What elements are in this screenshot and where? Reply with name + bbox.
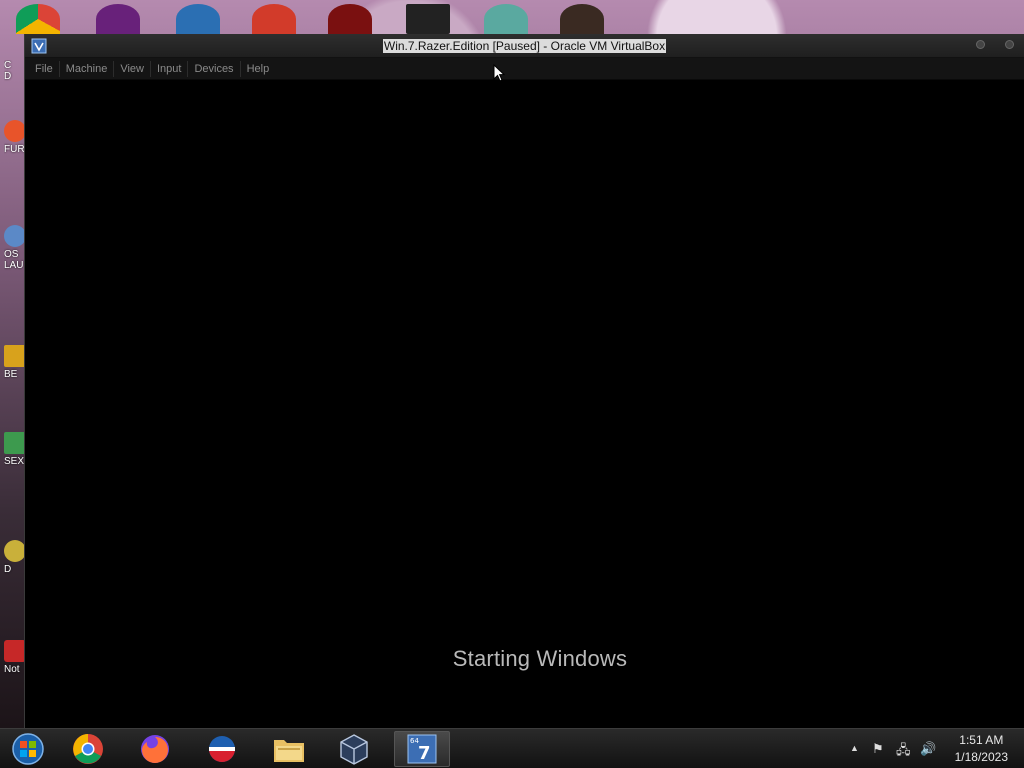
vm-arch-badge: 64 [410, 737, 419, 745]
start-button[interactable] [0, 731, 56, 767]
desktop-icon-label: C D [4, 60, 12, 82]
menu-devices[interactable]: Devices [188, 60, 241, 77]
desktop-icon-label: D [4, 564, 12, 575]
boot-message: Starting Windows [452, 646, 628, 671]
firefox-icon [141, 735, 169, 763]
desktop-icon-label: BE [4, 369, 18, 380]
desktop-icon-label: SEX [4, 456, 25, 467]
app-icon[interactable] [406, 4, 450, 34]
app-icon [4, 540, 26, 562]
app-icon [4, 640, 26, 662]
win7-vm-icon: 7 64 [407, 734, 437, 764]
chrome-icon [73, 734, 103, 764]
menu-file[interactable]: File [29, 60, 60, 77]
desktop-icon-label: OS LAU [4, 249, 24, 271]
globe-icon [209, 736, 235, 762]
clock-date: 1/18/2023 [954, 750, 1008, 764]
taskbar-firefox-button[interactable] [127, 731, 183, 767]
window-title: Win.7.Razer.Edition [Paused] - Oracle VM… [382, 38, 667, 53]
title-bar[interactable]: Win.7.Razer.Edition [Paused] - Oracle VM… [25, 34, 1024, 58]
taskbar: 7 64 ▲ ⚑ 🖧 🔊 1:51 AM 1/18/2023 [0, 728, 1024, 768]
taskbar-vm-window-button[interactable]: 7 64 [394, 731, 450, 767]
taskbar-virtualbox-button[interactable] [326, 731, 382, 767]
app-icon [4, 120, 26, 142]
app-icon[interactable] [252, 4, 296, 34]
desktop-icon-label: Not [4, 664, 20, 675]
menu-view[interactable]: View [114, 60, 151, 77]
show-hidden-icons-icon[interactable]: ▲ [850, 743, 859, 753]
system-tray: ▲ ⚑ 🖧 🔊 1:51 AM 1/18/2023 [834, 729, 1024, 768]
taskbar-explorer-button[interactable] [261, 731, 317, 767]
minimize-button[interactable] [976, 40, 985, 49]
svg-text:7: 7 [418, 743, 431, 764]
app-icon[interactable] [176, 4, 220, 34]
virtualbox-icon [340, 734, 368, 765]
vm-display[interactable]: Starting Windows [25, 80, 1024, 728]
window-controls [976, 40, 1014, 49]
desktop-icon-label: FUR [4, 144, 25, 155]
desktop-top-icons [0, 0, 1024, 34]
menu-help[interactable]: Help [241, 61, 276, 77]
network-icon[interactable]: 🖧 [896, 741, 911, 763]
app-icon[interactable] [328, 4, 372, 34]
taskbar-chrome-button[interactable] [60, 731, 116, 767]
app-icon [4, 345, 26, 367]
visual-studio-icon[interactable] [96, 4, 140, 34]
app-icon[interactable] [484, 4, 528, 34]
clock[interactable]: 1:51 AM 1/18/2023 [955, 732, 1008, 766]
folder-icon [274, 740, 304, 762]
menu-input[interactable]: Input [151, 60, 189, 77]
app-icon [4, 225, 26, 247]
action-center-flag-icon[interactable]: ⚑ [872, 741, 884, 757]
menu-bar: File Machine View Input Devices Help [25, 58, 1024, 80]
app-icon[interactable] [560, 4, 604, 34]
menu-machine[interactable]: Machine [60, 60, 115, 77]
windows-orb-icon [12, 733, 44, 765]
taskbar-browser-button[interactable] [194, 731, 250, 767]
virtualbox-icon [31, 38, 47, 54]
mouse-cursor-icon [493, 64, 505, 82]
close-button[interactable] [1005, 40, 1014, 49]
volume-icon[interactable]: 🔊 [920, 741, 936, 757]
app-icon [4, 432, 26, 454]
virtualbox-window[interactable]: Win.7.Razer.Edition [Paused] - Oracle VM… [24, 34, 1024, 728]
clock-time: 1:51 AM [959, 733, 1004, 747]
